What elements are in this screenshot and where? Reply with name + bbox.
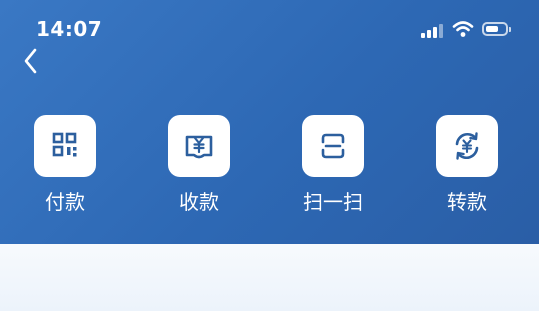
status-time: 14:07 (36, 17, 103, 41)
receive-label: 收款 (179, 190, 219, 214)
scan-button[interactable] (302, 115, 364, 177)
receive-button[interactable] (168, 115, 230, 177)
cellular-signal-icon (421, 24, 443, 38)
transfer-yuan-icon (455, 132, 479, 160)
pay-label: 付款 (45, 190, 85, 214)
header-panel: 14:07 付款 收款 扫一扫 转款 (0, 0, 539, 244)
scan-label: 扫一扫 (303, 190, 363, 214)
wifi-icon (452, 21, 474, 37)
back-button[interactable] (20, 46, 42, 76)
battery-icon (482, 22, 511, 36)
receive-yuan-icon (185, 135, 213, 159)
pay-button[interactable] (34, 115, 96, 177)
transfer-button[interactable] (436, 115, 498, 177)
scan-icon (321, 133, 345, 159)
content-area (0, 244, 539, 311)
qr-code-icon (52, 132, 77, 157)
transfer-label: 转款 (447, 190, 487, 214)
